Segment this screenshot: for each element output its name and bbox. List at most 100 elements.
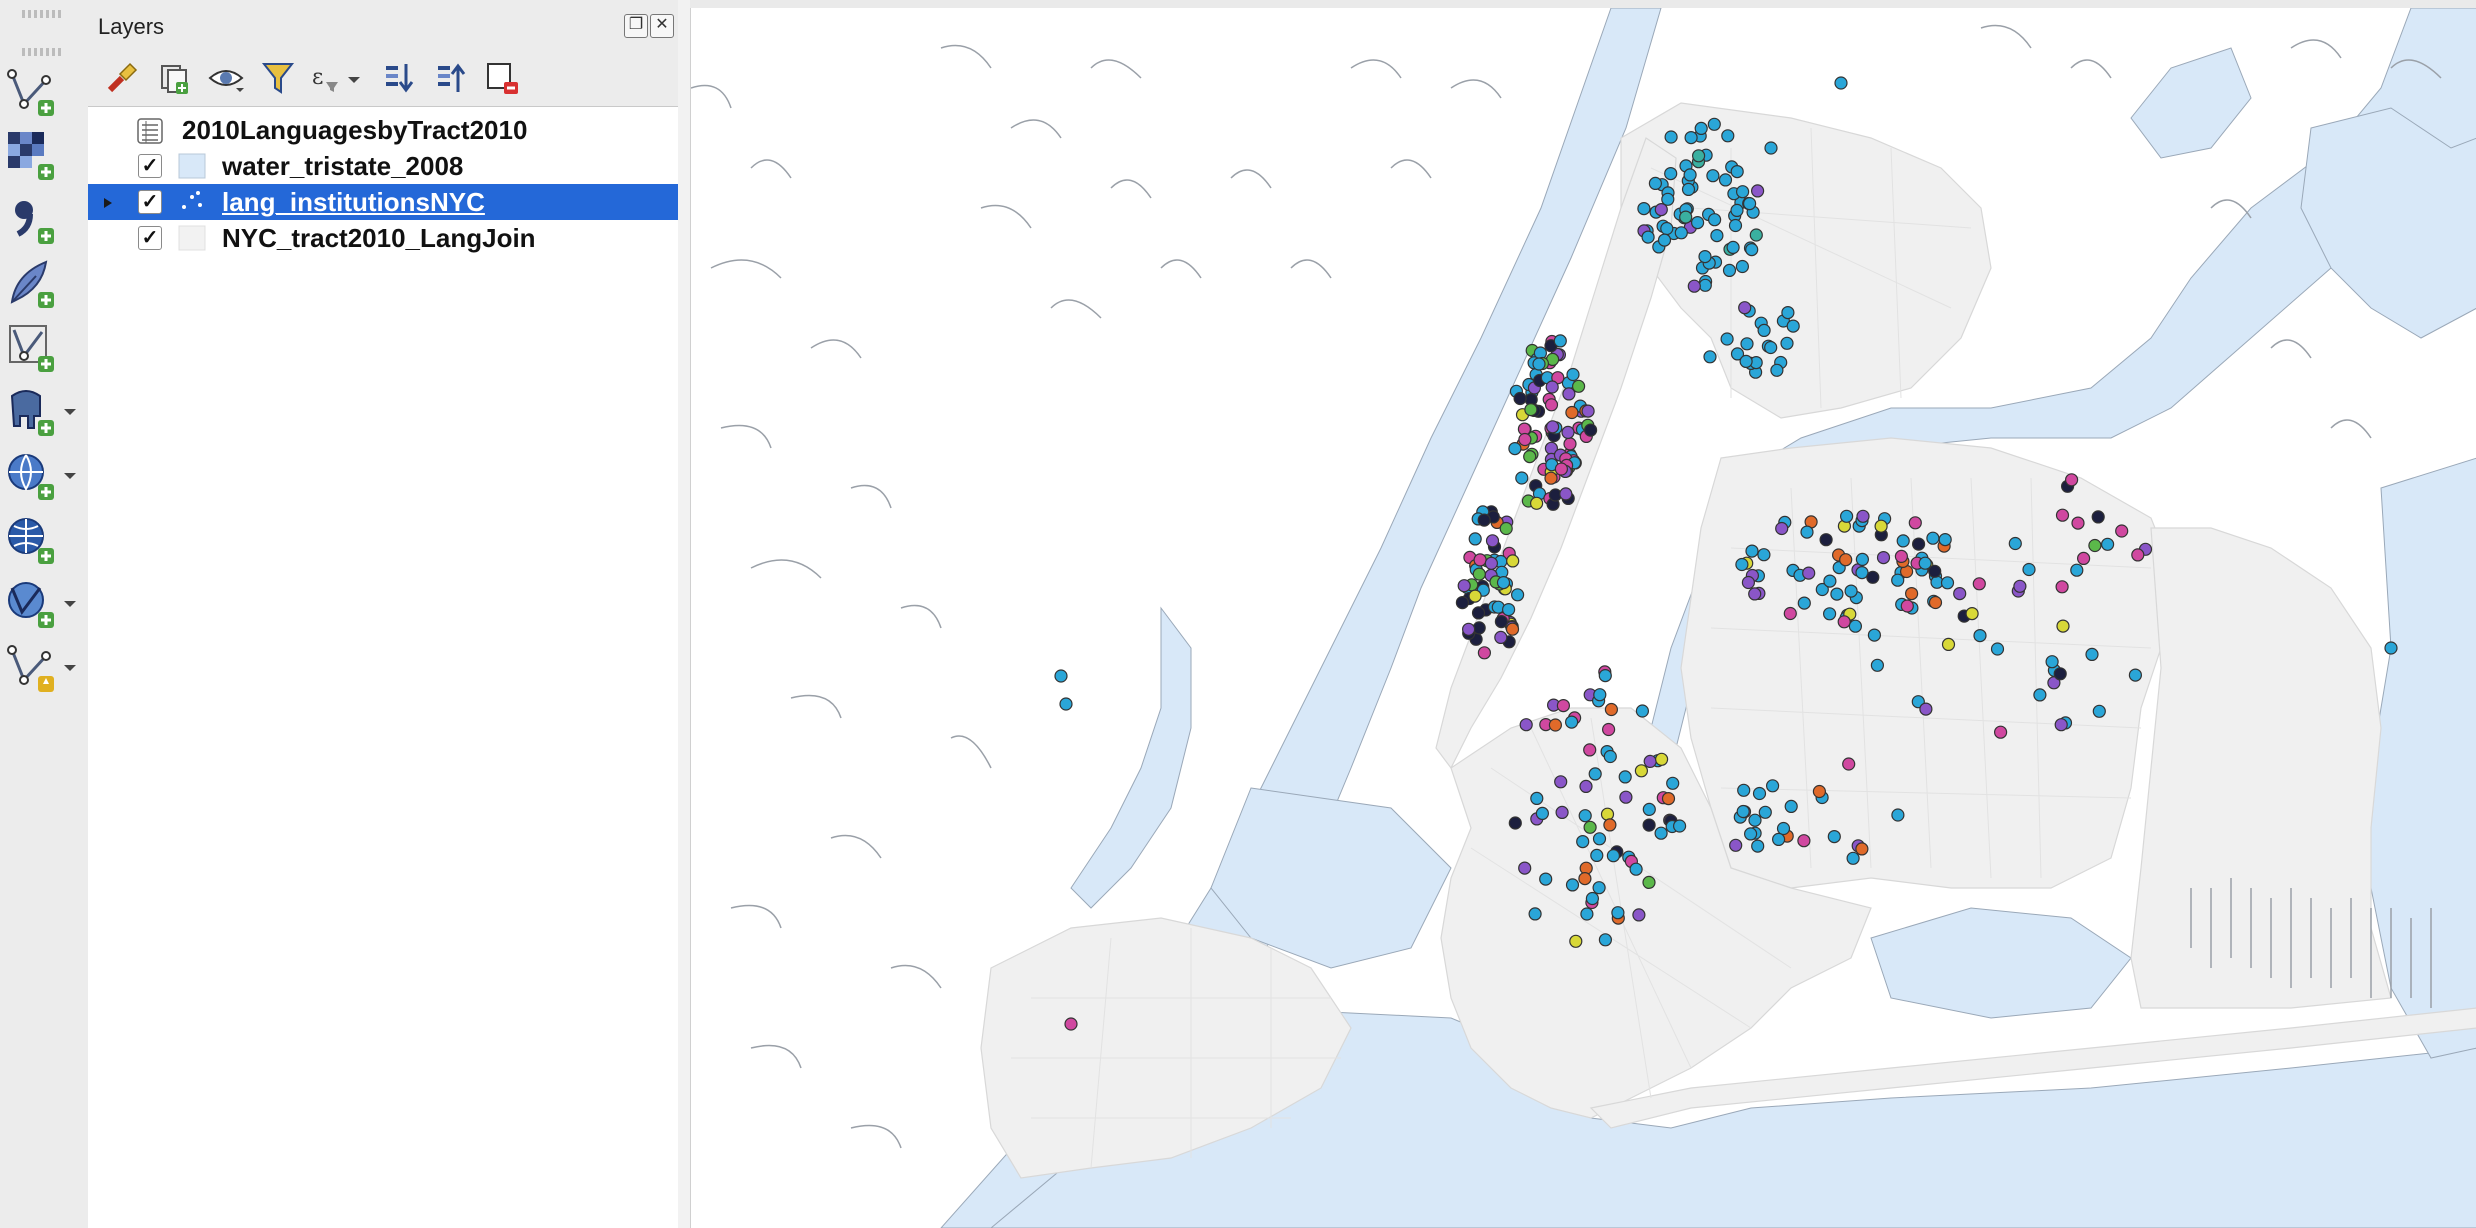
layer-row[interactable]: ✓ water_tristate_2008 <box>88 148 678 184</box>
institution-point <box>1741 575 1756 590</box>
institution-point <box>1823 574 1837 588</box>
institution-point <box>1571 379 1586 393</box>
vector-add-icon[interactable] <box>4 64 60 120</box>
remove-layer-icon[interactable] <box>480 56 524 100</box>
layer-visibility-checkbox[interactable]: ✓ <box>138 154 162 178</box>
institution-point <box>1578 871 1592 886</box>
east-water <box>2370 457 2476 1059</box>
institution-point <box>1581 404 1595 418</box>
institution-point <box>1928 595 1943 610</box>
institution-point <box>2055 580 2069 594</box>
institution-point <box>1783 606 1797 621</box>
institution-point <box>1748 813 1762 827</box>
institution-point <box>1938 532 1952 547</box>
institution-point <box>1590 848 1604 863</box>
institution-point <box>1565 405 1579 420</box>
expand-arrow-icon[interactable] <box>102 196 114 208</box>
toolbar-grip[interactable] <box>22 10 62 18</box>
layer-visibility-checkbox[interactable]: ✓ <box>138 226 162 250</box>
layer-row[interactable]: ✓ lang_institutionsNYC <box>88 184 678 220</box>
institution-point <box>1544 398 1559 412</box>
chevron-down-icon[interactable] <box>344 70 364 90</box>
institution-point <box>1740 337 1754 351</box>
visibility-icon[interactable] <box>204 56 248 100</box>
institution-point <box>1735 259 1750 274</box>
expression-filter-icon[interactable]: ε <box>304 56 348 100</box>
institution-point <box>1548 718 1563 732</box>
institution-point <box>1876 550 1891 565</box>
comma-add-icon[interactable] <box>4 192 60 248</box>
table-icon <box>136 117 164 144</box>
institution-point <box>1867 628 1882 642</box>
institution-point <box>1535 806 1550 821</box>
institution-point <box>1748 587 1762 601</box>
institution-point <box>1472 567 1486 581</box>
vector-new-icon[interactable] <box>4 640 60 696</box>
layer-visibility-checkbox[interactable]: ✓ <box>138 190 162 214</box>
virtual-layer-add-icon[interactable] <box>4 320 60 376</box>
raster-add-icon[interactable] <box>4 128 60 184</box>
institution-point <box>1529 496 1544 510</box>
collapse-all-icon[interactable] <box>430 56 474 100</box>
institution-point <box>1855 842 1869 856</box>
institution-point <box>1661 791 1676 806</box>
institution-point <box>1477 513 1491 527</box>
institution-point <box>1721 129 1735 143</box>
institution-point <box>1866 570 1880 584</box>
layer-row[interactable]: 2010LanguagesbyTract2010 <box>88 112 678 148</box>
institution-point <box>2055 508 2070 522</box>
chevron-down-icon[interactable] <box>60 402 80 422</box>
institution-point <box>1691 149 1706 163</box>
institution-point <box>1911 537 1926 551</box>
globe-xyz-add-icon[interactable] <box>4 512 60 568</box>
institution-point <box>1554 775 1568 789</box>
institution-point <box>1457 579 1471 593</box>
institution-point <box>1720 332 1734 346</box>
add-group-icon[interactable] <box>152 56 196 100</box>
institution-point <box>1499 521 1513 536</box>
institution-point <box>1576 834 1590 849</box>
layer-row[interactable]: ✓ NYC_tract2010_LangJoin <box>88 220 678 256</box>
filter-icon[interactable] <box>256 56 300 100</box>
chevron-down-icon[interactable] <box>60 466 80 486</box>
institution-point <box>1473 553 1487 567</box>
institution-point <box>1844 584 1858 598</box>
map-canvas[interactable] <box>690 8 2476 1228</box>
institution-point <box>1629 862 1643 876</box>
institution-point <box>2091 510 2105 524</box>
vector-globe-add-icon[interactable] <box>4 576 60 632</box>
institution-point <box>1718 173 1733 187</box>
institution-point <box>2092 704 2106 718</box>
chevron-down-icon[interactable] <box>60 658 80 678</box>
institution-point <box>1800 525 1814 539</box>
institution-point <box>1839 509 1854 523</box>
institution-point <box>1707 117 1721 131</box>
institution-point <box>1781 306 1795 320</box>
style-manager-icon[interactable] <box>100 56 144 100</box>
feather-add-icon[interactable] <box>4 256 60 312</box>
close-icon[interactable]: ✕ <box>650 14 674 38</box>
institution-point <box>1518 861 1532 875</box>
institution-point <box>2008 536 2022 551</box>
institution-point <box>1603 749 1617 764</box>
institution-point <box>1666 776 1680 790</box>
institution-point <box>1544 471 1558 485</box>
institution-point <box>1780 336 1794 350</box>
institution-point <box>1736 804 1750 819</box>
institution-point <box>1827 829 1841 844</box>
toolbar-grip[interactable] <box>22 48 62 56</box>
expand-all-icon[interactable] <box>378 56 422 100</box>
elephant-add-icon[interactable] <box>4 384 60 440</box>
float-window-icon[interactable]: ❐ <box>624 14 648 38</box>
chevron-down-icon[interactable] <box>60 594 80 614</box>
panel-splitter[interactable] <box>678 0 690 1228</box>
globe-add-icon[interactable] <box>4 448 60 504</box>
institution-point <box>1588 767 1602 781</box>
panel-title: Layers <box>98 14 165 39</box>
institution-point <box>1600 807 1615 821</box>
institution-point <box>1648 176 1663 190</box>
institution-point <box>1510 588 1525 602</box>
institution-point <box>2071 516 2085 530</box>
institution-point <box>1758 805 1772 819</box>
institution-point <box>1750 184 1765 198</box>
